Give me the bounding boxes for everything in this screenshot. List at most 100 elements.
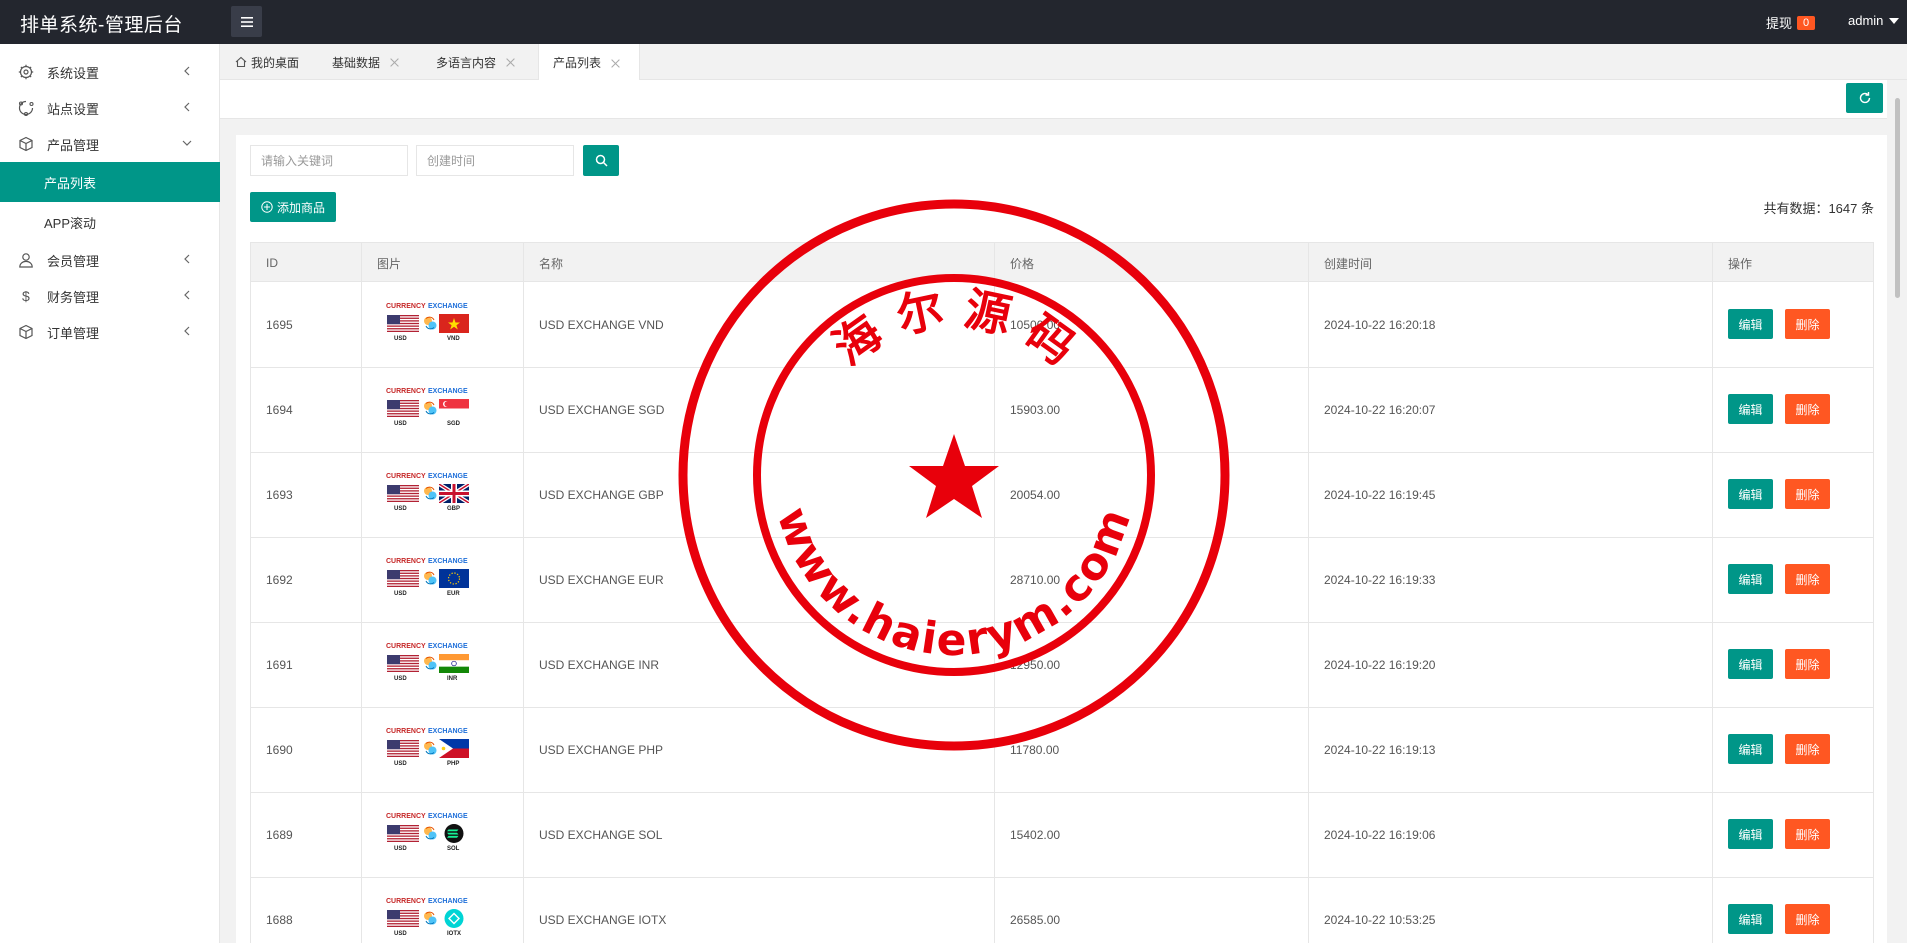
thumbnail-caption-left: CURRENCY bbox=[386, 472, 426, 480]
us-flag-icon bbox=[387, 484, 419, 502]
thumbnail-to-code: INR bbox=[447, 675, 458, 682]
thumbnail-to-code: GBP bbox=[447, 505, 461, 512]
exchange-arrows-icon bbox=[424, 486, 437, 499]
thumbnail-caption-right: EXCHANGE bbox=[428, 472, 468, 480]
edit-button[interactable]: 编辑 bbox=[1728, 819, 1773, 849]
delete-button[interactable]: 删除 bbox=[1785, 564, 1830, 594]
cell-id: 1691 bbox=[266, 657, 293, 672]
edit-button[interactable]: 编辑 bbox=[1728, 734, 1773, 764]
sidebar-item-site-settings[interactable]: 站点设置 bbox=[0, 90, 220, 126]
eur-flag-icon bbox=[439, 568, 469, 588]
sidebar-item-label: 会员管理 bbox=[47, 253, 100, 269]
refresh-icon bbox=[1859, 92, 1870, 104]
user-name: admin bbox=[1848, 13, 1884, 28]
cell-price: 15402.00 bbox=[994, 792, 1308, 877]
delete-button[interactable]: 删除 bbox=[1785, 394, 1830, 424]
delete-button[interactable]: 删除 bbox=[1785, 734, 1830, 764]
refresh-button[interactable] bbox=[1846, 83, 1883, 113]
close-icon[interactable] bbox=[611, 58, 621, 68]
add-product-label: 添加商品 bbox=[276, 200, 325, 215]
inr-flag-icon bbox=[439, 653, 469, 673]
scrollbar[interactable] bbox=[1895, 98, 1900, 298]
sidebar-item-member-management[interactable]: 会员管理 bbox=[0, 242, 220, 278]
search-button[interactable] bbox=[583, 145, 619, 176]
sidebar-item-label: 财务管理 bbox=[47, 289, 100, 305]
edit-button[interactable]: 编辑 bbox=[1728, 394, 1773, 424]
table-row: 1692 CURRENCY EXCHANGE USD EUR USD EXCHANGE E… bbox=[250, 537, 1874, 623]
tab-basic-data[interactable]: 基础数据 bbox=[332, 44, 400, 80]
cell-name: USD EXCHANGE INR bbox=[523, 622, 994, 707]
tab-product-list[interactable]: 产品列表 bbox=[538, 44, 640, 81]
edit-button[interactable]: 编辑 bbox=[1728, 564, 1773, 594]
caret-down-icon bbox=[1889, 17, 1900, 24]
cell-image: CURRENCY EXCHANGE USD SGD bbox=[361, 367, 523, 452]
sidebar-item-finance-management[interactable]: $ 财务管理 bbox=[0, 278, 220, 314]
sidebar-item-system-settings[interactable]: 系统设置 bbox=[0, 54, 220, 90]
user-menu[interactable]: admin bbox=[1848, 13, 1900, 28]
delete-button[interactable]: 删除 bbox=[1785, 904, 1830, 934]
delete-button[interactable]: 删除 bbox=[1785, 309, 1830, 339]
exchange-arrows-icon bbox=[424, 826, 437, 839]
cell-created-time: 2024-10-22 16:19:20 bbox=[1308, 622, 1712, 707]
sidebar-subitem-label: 产品列表 bbox=[44, 175, 97, 191]
table-row: 1690 CURRENCY EXCHANGE USD PHP USD EXCHANGE P… bbox=[250, 707, 1874, 793]
sol-flag-icon bbox=[444, 823, 464, 843]
gbp-flag-icon bbox=[439, 483, 469, 503]
tab-label: 基础数据 bbox=[332, 55, 381, 70]
plus-circle-icon bbox=[261, 201, 273, 213]
sidebar-item-label: 系统设置 bbox=[47, 65, 100, 81]
delete-button[interactable]: 删除 bbox=[1785, 479, 1830, 509]
gear-icon bbox=[18, 64, 34, 80]
cell-id: 1689 bbox=[266, 827, 293, 842]
delete-button[interactable]: 删除 bbox=[1785, 819, 1830, 849]
tab-multilingual-content[interactable]: 多语言内容 bbox=[436, 44, 516, 80]
svg-text:$: $ bbox=[22, 288, 30, 304]
cell-image: CURRENCY EXCHANGE USD INR bbox=[361, 622, 523, 707]
sidebar-item-order-management[interactable]: 订单管理 bbox=[0, 314, 220, 350]
add-product-button[interactable]: 添加商品 bbox=[250, 192, 336, 222]
thumbnail-caption-left: CURRENCY bbox=[386, 387, 426, 395]
top-bar: 排单系统-管理后台 提现 0 admin bbox=[0, 0, 1907, 44]
cell-created-time: 2024-10-22 16:20:18 bbox=[1308, 282, 1712, 367]
edit-button[interactable]: 编辑 bbox=[1728, 649, 1773, 679]
created-time-input[interactable] bbox=[416, 145, 574, 176]
product-thumbnail: CURRENCY EXCHANGE USD EUR bbox=[386, 558, 472, 602]
close-icon[interactable] bbox=[390, 57, 400, 67]
cell-image: CURRENCY EXCHANGE USD PHP bbox=[361, 707, 523, 792]
iotx-flag-icon bbox=[444, 908, 464, 928]
cell-created-time: 2024-10-22 16:19:13 bbox=[1308, 707, 1712, 792]
cell-price: 20054.00 bbox=[994, 452, 1308, 537]
thumbnail-from-code: USD bbox=[394, 675, 407, 682]
us-flag-icon bbox=[387, 824, 419, 842]
menu-toggle-button[interactable] bbox=[231, 6, 262, 37]
withdraw-link[interactable]: 提现 0 bbox=[1766, 13, 1816, 32]
cell-id: 1688 bbox=[266, 912, 293, 927]
tab-my-desktop[interactable]: 我的桌面 bbox=[235, 44, 299, 80]
delete-button[interactable]: 删除 bbox=[1785, 649, 1830, 679]
cell-created-time: 2024-10-22 16:19:33 bbox=[1308, 537, 1712, 622]
thumbnail-caption-left: CURRENCY bbox=[386, 812, 426, 820]
box-icon bbox=[19, 324, 33, 340]
edit-button[interactable]: 编辑 bbox=[1728, 904, 1773, 934]
cell-id: 1690 bbox=[266, 742, 293, 757]
sidebar-subitem-label: APP滚动 bbox=[44, 215, 97, 231]
product-thumbnail: CURRENCY EXCHANGE USD VND bbox=[386, 303, 472, 347]
cell-price: 28710.00 bbox=[994, 537, 1308, 622]
table-row: 1694 CURRENCY EXCHANGE USD SGD USD EXCHANGE S… bbox=[250, 367, 1874, 453]
sidebar-subitem-app-scroll[interactable]: APP滚动 bbox=[0, 202, 220, 242]
thumbnail-caption-right: EXCHANGE bbox=[428, 387, 468, 395]
edit-button[interactable]: 编辑 bbox=[1728, 309, 1773, 339]
cell-price: 10500.00 bbox=[994, 282, 1308, 367]
keyword-search-input[interactable] bbox=[250, 145, 408, 176]
table-row: 1688 CURRENCY EXCHANGE USD IOTX USD EXCHANGE … bbox=[250, 877, 1874, 943]
cell-price: 15903.00 bbox=[994, 367, 1308, 452]
tab-label: 我的桌面 bbox=[251, 55, 300, 70]
chevron-left-icon bbox=[184, 326, 190, 336]
close-icon[interactable] bbox=[506, 57, 516, 67]
sidebar-subitem-product-list[interactable]: 产品列表 bbox=[0, 162, 220, 202]
edit-button[interactable]: 编辑 bbox=[1728, 479, 1773, 509]
column-header: 名称 bbox=[523, 243, 994, 283]
chevron-left-icon bbox=[184, 290, 190, 300]
cell-created-time: 2024-10-22 10:53:25 bbox=[1308, 877, 1712, 943]
sidebar-item-product-management[interactable]: 产品管理 bbox=[0, 126, 220, 162]
